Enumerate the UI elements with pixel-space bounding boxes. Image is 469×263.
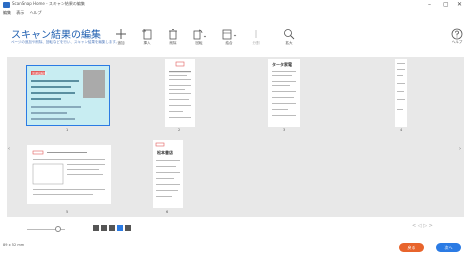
receipt-logo-text: 松本書店 — [157, 149, 173, 155]
receipt-image: タータ家電 — [272, 61, 296, 116]
thumbnail-page-2[interactable] — [165, 59, 195, 127]
page-number: 3 — [283, 128, 286, 132]
help-icon — [451, 28, 463, 40]
scroll-right-arrow[interactable]: › — [459, 146, 461, 152]
view-mode-group — [93, 224, 131, 232]
page-navigation[interactable]: < ◁ ▷ > — [412, 223, 433, 229]
card-image: 普通自動車 — [27, 66, 109, 125]
thumbnail-page-5[interactable] — [27, 145, 111, 204]
status-size: 89 x 52 mm — [3, 243, 25, 247]
page-subtitle: ページの追加や削除、回転などを行い、スキャン結果を編集します。 — [11, 40, 120, 44]
thumbnail-page-3[interactable]: タータ家電 — [268, 59, 300, 127]
view-medium-icon[interactable] — [101, 225, 107, 231]
insert-page-icon — [142, 29, 152, 40]
receipt-image — [397, 63, 405, 110]
page-number: 1 — [66, 128, 69, 132]
view-controls-bar: < ◁ ▷ > — [7, 218, 464, 234]
view-dropdown-icon[interactable] — [125, 225, 131, 231]
thumbnail-page-6[interactable]: 松本書店 — [153, 140, 183, 208]
menu-edit[interactable]: 編集 — [3, 10, 11, 15]
merge-icon — [222, 29, 237, 40]
view-small-icon[interactable] — [109, 225, 115, 231]
app-icon — [3, 2, 10, 8]
plus-icon — [116, 29, 126, 39]
trash-icon — [169, 29, 177, 40]
magnifier-icon — [284, 29, 295, 40]
receipt-logo-text: タータ家電 — [272, 61, 292, 67]
receipt-image: 松本書店 — [155, 142, 180, 197]
zoom-button[interactable]: 拡大 — [276, 28, 302, 46]
merge-button[interactable]: 結合 — [216, 28, 242, 46]
receipt-image — [169, 61, 191, 118]
menu-help[interactable]: ヘルプ — [30, 10, 42, 15]
page-number: 5 — [66, 210, 69, 214]
card-header-text: 普通自動車 — [32, 70, 47, 75]
maximize-button[interactable]: ▢ — [443, 2, 449, 8]
rotate-button[interactable]: 回転 — [186, 28, 212, 46]
help-button[interactable]: ヘルプ — [448, 28, 466, 45]
document-image — [32, 150, 105, 195]
rotate-icon — [193, 29, 206, 40]
add-button[interactable]: 追加 — [108, 28, 134, 46]
close-button[interactable]: ✕ — [457, 2, 462, 8]
minimize-button[interactable]: – — [428, 2, 431, 8]
next-button[interactable]: 次へ — [436, 243, 461, 252]
window-title: ScanSnap Home - スキャン結果の編集 — [12, 1, 85, 6]
scroll-left-arrow[interactable]: ‹ — [8, 146, 10, 152]
insert-button[interactable]: 挿入 — [134, 28, 160, 46]
page-number: 6 — [166, 210, 169, 214]
thumbnail-page-1[interactable]: 普通自動車 — [26, 65, 110, 126]
zoom-slider-knob[interactable] — [55, 226, 61, 232]
back-button[interactable]: 戻る — [399, 243, 424, 252]
view-large-icon[interactable] — [93, 225, 99, 231]
delete-button[interactable]: 削除 — [160, 28, 186, 46]
title-bar: ScanSnap Home - スキャン結果の編集 – ▢ ✕ — [0, 0, 469, 11]
thumbnail-page-4[interactable] — [395, 59, 407, 127]
view-list-icon[interactable] — [117, 225, 123, 231]
menu-view[interactable]: 表示 — [16, 10, 24, 15]
split-icon — [255, 30, 257, 38]
split-button[interactable]: 分割 — [243, 28, 269, 46]
menu-bar: 編集 表示 ヘルプ — [3, 10, 46, 16]
page-number: 4 — [400, 128, 403, 132]
page-number: 2 — [178, 128, 181, 132]
page-title: スキャン結果の編集 — [11, 30, 101, 41]
